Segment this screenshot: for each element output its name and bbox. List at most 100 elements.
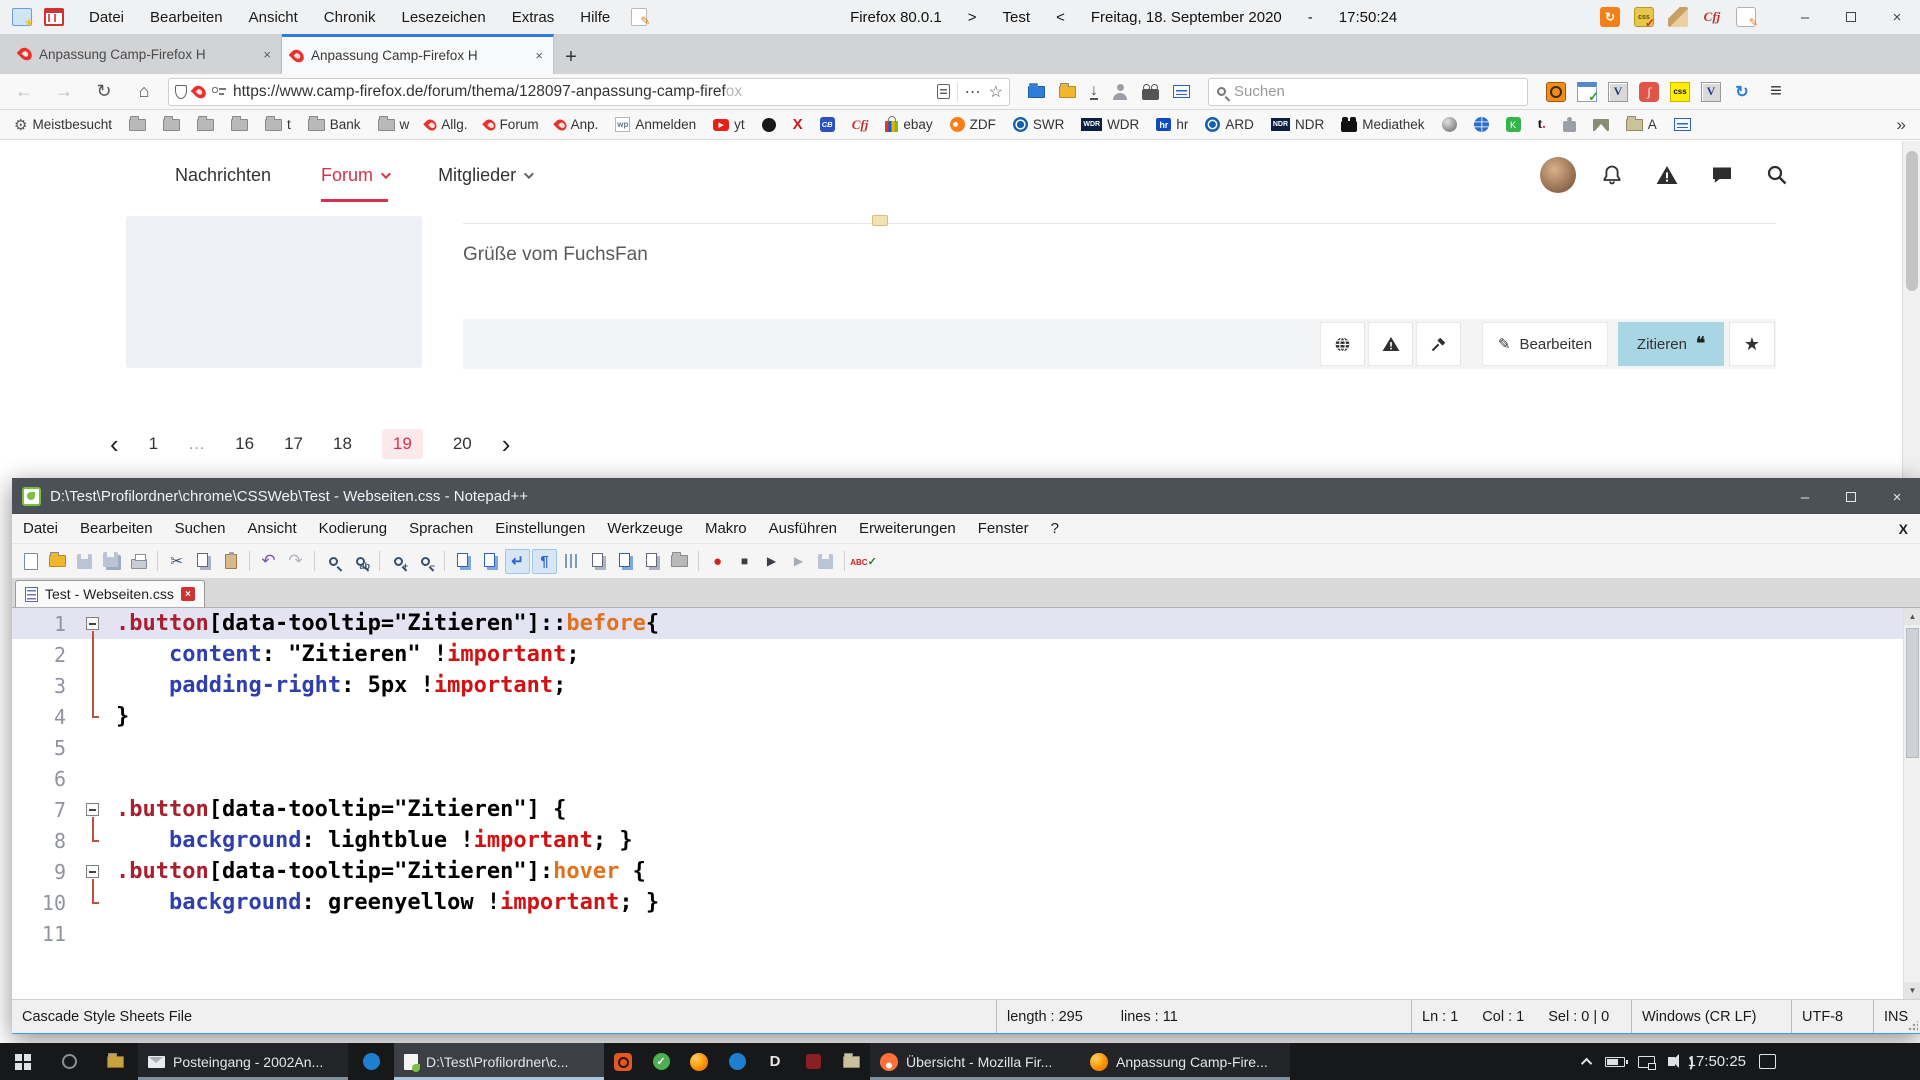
line-number[interactable]: 6 [12,767,78,791]
menu-datei[interactable]: Datei [12,515,69,542]
bookmark-cfj[interactable]: Cfj [852,117,869,133]
copy-icon[interactable] [191,549,216,574]
fold-margin[interactable] [78,887,108,918]
search-taskbar-icon[interactable] [46,1043,92,1080]
taskbar-window-firefox-2[interactable]: Anpassung Camp-Fire... [1080,1043,1290,1080]
paste-icon[interactable] [218,549,243,574]
fold-collapse-icon[interactable] [86,865,99,878]
taskbar-window-notepadpp[interactable]: D:\Test\Profilordner\c... [394,1043,604,1080]
reload-addon-icon[interactable]: ↻ [1600,7,1620,27]
search-icon[interactable] [1765,163,1789,187]
tray-expand-icon[interactable] [1581,1057,1592,1068]
image-search-addon-icon[interactable] [1546,82,1566,102]
open-file-icon[interactable] [45,549,70,574]
menu-datei[interactable]: Datei [76,2,137,33]
bookmark-ebay[interactable]: ebay [885,117,932,132]
bookmark-anp[interactable]: Anp. [556,117,599,132]
close-button[interactable]: × [1874,479,1920,515]
line-number[interactable]: 1 [12,612,78,636]
permissions-icon[interactable] [212,87,226,97]
fold-margin[interactable] [78,794,108,825]
irfanview-icon[interactable] [604,1043,642,1080]
code-editor[interactable]: 1 .button[data-tooltip="Zitieren"]::befo… [12,608,1920,999]
d-drive-icon[interactable]: D [756,1043,794,1080]
bookmark-folder[interactable] [197,119,214,131]
bookmark-globe[interactable] [1474,117,1489,132]
bookmark-folder-a[interactable]: A [1626,117,1657,132]
permalink-button[interactable] [1320,322,1365,366]
notes-addon-icon[interactable] [631,8,647,26]
blue-app-icon[interactable] [718,1043,756,1080]
bookmark-puzzle[interactable] [1563,118,1576,132]
search-input[interactable] [1234,83,1519,100]
bookmark-list[interactable] [1674,118,1691,131]
notepadpp-titlebar[interactable]: D:\Test\Profilordner\chrome\CSSWeb\Test … [12,478,1920,514]
scroll-down-icon[interactable]: ▼ [1904,982,1920,999]
bookmark-tagesschau[interactable]: t. [1538,117,1546,133]
bookmark-folder-bank[interactable]: Bank [308,117,361,132]
new-file-icon[interactable] [18,549,43,574]
resize-grip[interactable] [1908,1021,1918,1031]
page-18[interactable]: 18 [333,434,352,454]
replace-icon[interactable]: ab [348,549,373,574]
script-addon-icon[interactable]: ʃ [1639,82,1659,102]
tab-2-active[interactable]: Anpassung Camp-Firefox H × [282,34,554,74]
status-insert-mode[interactable]: INS [1874,1000,1920,1033]
nav-forum[interactable]: Forum [321,165,388,186]
page-1[interactable]: 1 [149,434,158,454]
forward-button[interactable]: → [48,77,80,107]
bookmark-wdr[interactable]: WDRWDR [1081,117,1139,132]
star-button[interactable]: ★ [1729,322,1775,366]
css-addon-icon[interactable]: css [1634,7,1654,27]
doc-tab-active[interactable]: Test - Webseiten.css × [15,580,205,607]
nav-nachrichten[interactable]: Nachrichten [175,165,271,186]
sync-addon-icon[interactable]: ↻ [1732,82,1752,102]
restore-button[interactable] [1828,479,1874,515]
fold-collapse-icon[interactable] [86,617,99,630]
bookmark-mediathek[interactable]: Mediathek [1341,117,1424,132]
bookmark-folder[interactable] [129,119,146,131]
editor-scrollbar[interactable]: ▲ ▼ [1903,608,1920,999]
back-button[interactable]: ← [8,77,40,107]
user-avatar[interactable] [1540,157,1576,193]
bookmark-folder[interactable] [231,119,248,131]
tab-close-icon[interactable]: × [263,47,271,62]
fold-margin[interactable] [78,763,108,794]
sidebar-list-icon[interactable] [1173,85,1190,98]
bookmark-folder[interactable] [163,119,180,131]
bookmark-anmelden[interactable]: wpAnmelden [615,117,696,132]
messages-icon[interactable] [1710,163,1734,187]
fold-margin[interactable] [78,856,108,887]
line-number[interactable]: 7 [12,798,78,822]
site-identity-icon[interactable] [191,83,209,101]
menu-help[interactable]: ? [1040,515,1070,542]
status-eol[interactable]: Windows (CR LF) [1632,1000,1792,1033]
fold-margin[interactable] [78,608,108,639]
bookmark-sphere[interactable] [1442,117,1457,132]
folder-pinned-icon[interactable] [832,1043,870,1080]
bookmark-ard[interactable]: ARD [1205,117,1254,132]
function-list-icon[interactable] [586,549,611,574]
menu-werkzeuge[interactable]: Werkzeuge [596,515,694,542]
page-19-current[interactable]: 19 [382,429,423,459]
scrollbar-thumb[interactable] [1906,628,1919,758]
warnings-icon[interactable] [1655,163,1679,187]
fold-margin[interactable] [78,639,108,670]
line-number[interactable]: 3 [12,674,78,698]
campfirefox-addon-icon[interactable]: Cfj [1702,7,1722,27]
antivirus-icon[interactable]: ✓ [642,1043,680,1080]
sync-horizontal-icon[interactable] [478,549,503,574]
session-manager-icon[interactable] [12,8,32,26]
bookmark-folder-t[interactable]: t [265,117,291,132]
reload-button[interactable]: ↻ [88,77,120,107]
file-explorer-icon[interactable] [92,1043,138,1080]
quote-button[interactable]: Zitieren❝ [1618,322,1724,366]
doc-list-icon[interactable] [640,549,665,574]
stop-macro-icon[interactable]: ■ [732,549,757,574]
bookmark-ndr[interactable]: NDRNDR [1271,117,1324,132]
reader-mode-icon[interactable] [937,84,950,99]
folder-workspace-icon[interactable] [667,549,692,574]
scroll-up-icon[interactable]: ▲ [1904,608,1920,625]
edit-addon-icon[interactable] [1736,7,1756,27]
menu-hilfe[interactable]: Hilfe [567,2,623,33]
